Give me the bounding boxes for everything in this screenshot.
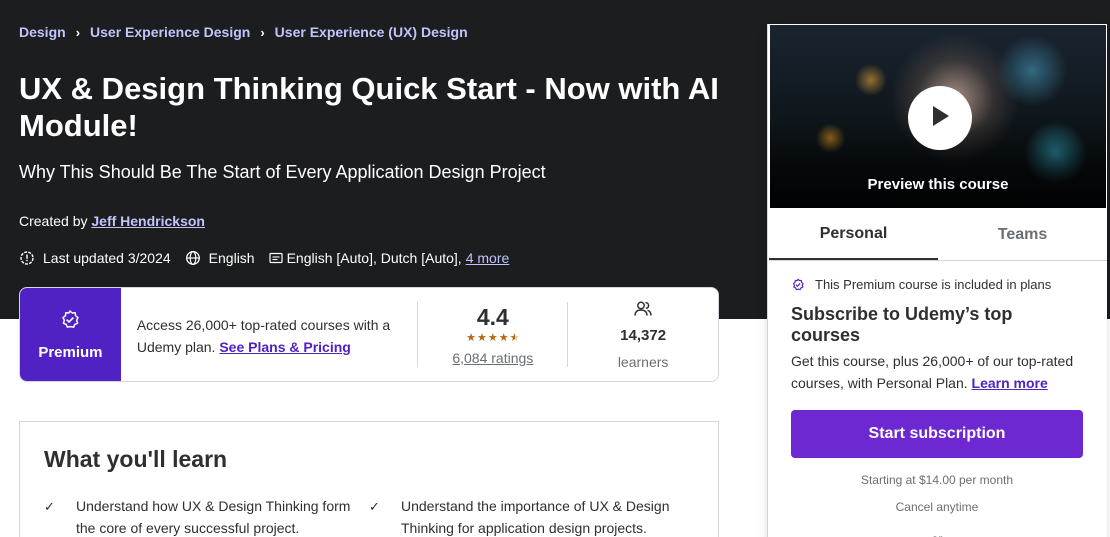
- breadcrumb-ux-design[interactable]: User Experience Design: [90, 24, 250, 40]
- personal-plan-panel: This Premium course is included in plans…: [768, 261, 1107, 537]
- learn-heading: What you'll learn: [44, 446, 228, 472]
- star-icon: ★: [477, 331, 487, 344]
- or-divider: or: [791, 532, 1083, 537]
- course-subtitle: Why This Should Be The Start of Every Ap…: [19, 162, 546, 182]
- premium-check-icon: [791, 278, 805, 292]
- rating-summary: 4.4 ★ ★ ★ ★ ★ 6,084 ratings: [418, 302, 569, 367]
- what-youll-learn: What you'll learn ✓ Understand how UX & …: [19, 421, 719, 537]
- learn-more-link[interactable]: Learn more: [972, 375, 1048, 391]
- or-label: or: [932, 532, 943, 537]
- star-icon: ★: [487, 331, 498, 344]
- chevron-right-icon: ›: [75, 24, 81, 40]
- learners-count: 14,372: [620, 326, 667, 344]
- premium-label: Premium: [38, 343, 103, 361]
- start-subscription-button[interactable]: Start subscription: [791, 410, 1083, 458]
- alert-badge-icon: [19, 250, 35, 266]
- learn-item: ✓ Understand the importance of UX & Desi…: [369, 495, 694, 537]
- plan-description: Get this course, plus 26,000+ of our top…: [791, 350, 1084, 394]
- learners-summary: 14,372 learners: [568, 288, 718, 381]
- users-icon: [633, 300, 653, 323]
- breadcrumb: Design › User Experience Design › User E…: [19, 24, 468, 40]
- rating-value: 4.4: [476, 303, 509, 330]
- closed-captions-icon: [268, 250, 285, 266]
- star-icon: ★: [466, 331, 477, 344]
- check-icon: ✓: [44, 499, 55, 514]
- play-button[interactable]: [908, 86, 972, 150]
- rating-stars: ★ ★ ★ ★ ★: [466, 331, 520, 344]
- chevron-right-icon: ›: [260, 24, 265, 40]
- purchase-sidebar: Preview this course Personal Teams This …: [767, 24, 1107, 537]
- preview-label[interactable]: Preview this course: [770, 176, 1106, 193]
- created-by: Created by Jeff Hendrickson: [19, 213, 205, 229]
- star-icon: ★: [498, 331, 509, 344]
- course-meta: Last updated 3/2024 English English [Aut…: [19, 250, 523, 266]
- tab-teams[interactable]: Teams: [938, 209, 1107, 260]
- learn-item-text: Understand the importance of UX & Design…: [401, 498, 670, 536]
- half-star-icon: ★: [509, 331, 520, 344]
- plan-tabs: Personal Teams: [769, 209, 1107, 261]
- learn-list: ✓ Understand how UX & Design Thinking fo…: [44, 495, 694, 537]
- breadcrumb-design[interactable]: Design: [19, 24, 66, 40]
- learn-item: ✓ Understand how UX & Design Thinking fo…: [44, 495, 369, 537]
- plan-note-text: This Premium course is included in plans: [815, 277, 1052, 292]
- play-icon: [929, 104, 951, 133]
- breadcrumb-ux-ux-design[interactable]: User Experience (UX) Design: [275, 24, 468, 40]
- language-text: English: [208, 250, 255, 266]
- course-stats-card: Premium Access 26,000+ top-rated courses…: [19, 287, 719, 382]
- created-by-label: Created by: [19, 213, 88, 229]
- captions: English [Auto], Dutch [Auto], 4 more: [268, 250, 510, 266]
- learn-item-text: Understand how UX & Design Thinking form…: [76, 498, 351, 536]
- starting-price: Starting at $14.00 per month: [860, 473, 1014, 487]
- last-updated-text: Last updated 3/2024: [43, 250, 171, 266]
- plan-heading: Subscribe to Udemy’s top courses: [791, 304, 1013, 345]
- premium-badge: Premium: [20, 288, 121, 381]
- course-preview-video[interactable]: Preview this course: [769, 24, 1107, 209]
- last-updated: Last updated 3/2024: [19, 250, 171, 266]
- plan-access-text: Access 26,000+ top-rated courses with a …: [121, 302, 419, 367]
- globe-icon: [185, 250, 201, 266]
- learners-label: learners: [617, 353, 669, 370]
- more-captions-link[interactable]: 4 more: [466, 250, 510, 266]
- course-title: UX & Design Thinking Quick Start - Now w…: [19, 71, 719, 143]
- premium-plan-note: This Premium course is included in plans: [791, 277, 1084, 292]
- language: English: [185, 250, 255, 266]
- see-plans-link[interactable]: See Plans & Pricing: [219, 339, 351, 355]
- ratings-count-link[interactable]: 6,084 ratings: [452, 350, 533, 366]
- tab-personal[interactable]: Personal: [769, 209, 938, 260]
- cancel-anytime: Cancel anytime: [895, 500, 979, 514]
- instructor-link[interactable]: Jeff Hendrickson: [91, 213, 205, 229]
- premium-check-icon: [59, 309, 81, 336]
- check-icon: ✓: [369, 499, 380, 514]
- captions-text: English [Auto], Dutch [Auto],: [286, 250, 462, 266]
